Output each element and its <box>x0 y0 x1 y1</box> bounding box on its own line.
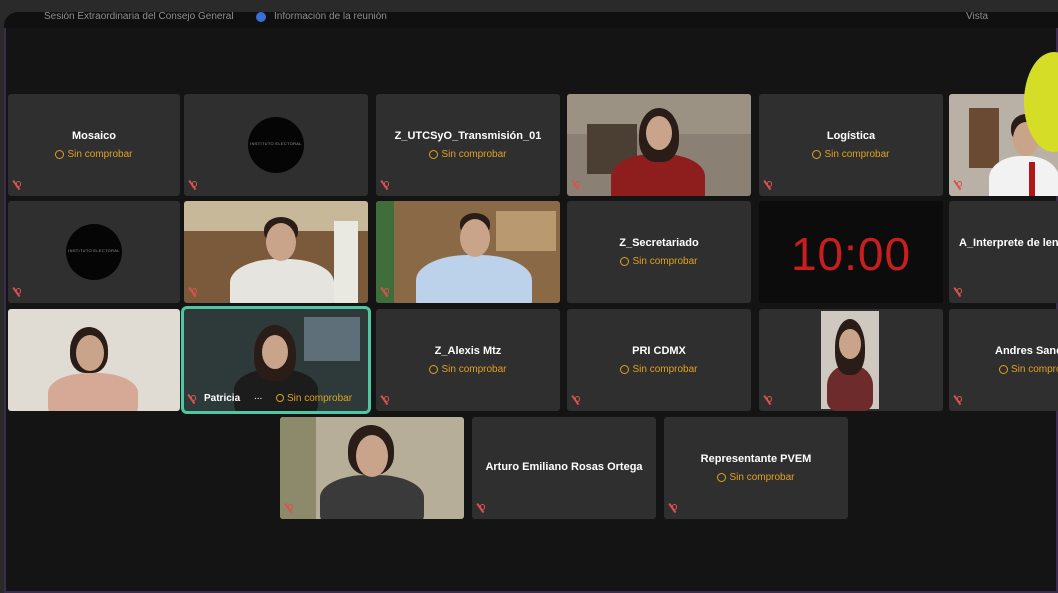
participant-face <box>356 435 388 477</box>
mic-off-icon <box>766 396 773 405</box>
status-label: Sin comprobar <box>567 256 751 267</box>
participant-face <box>266 223 296 261</box>
mic-off-icon <box>15 288 22 297</box>
status-label: Sin comprobar <box>999 364 1058 375</box>
participant-tile-mosaico[interactable]: Mosaico Sin comprobar <box>8 94 180 196</box>
participant-name: Logística <box>826 130 876 142</box>
mic-off-icon <box>956 288 963 297</box>
participant-video-man-2[interactable] <box>184 201 368 303</box>
participant-tile-instituto-1[interactable]: INSTITUTO ELECTORAL <box>184 94 368 196</box>
participant-video-woman-2[interactable] <box>8 309 180 411</box>
participant-tile-logistica[interactable]: Logística Sin comprobar <box>759 94 943 196</box>
mic-off-icon <box>191 181 198 190</box>
institute-logo: INSTITUTO ELECTORAL <box>66 224 122 280</box>
mic-off-icon <box>956 181 963 190</box>
participant-tile-pvem[interactable]: Representante PVEM Sin comprobar <box>664 417 848 519</box>
participant-face <box>76 335 104 371</box>
participant-name-bar: Patricia ... Sin comprobar <box>190 391 362 407</box>
clock-icon <box>812 150 822 159</box>
participant-body <box>416 255 532 303</box>
clock-icon <box>55 150 65 159</box>
participant-name: A_Interprete de len <box>959 237 1058 249</box>
participant-video-woman-3 <box>821 311 879 411</box>
mic-off-icon <box>287 504 294 513</box>
more-options[interactable]: ... <box>254 391 262 402</box>
mic-off-icon <box>574 181 581 190</box>
clock-icon <box>999 365 1008 374</box>
status-label: Sin comprobar <box>376 149 560 160</box>
status-label: Sin comprobar <box>664 472 848 483</box>
participant-tile-interprete[interactable]: A_Interprete de len <box>949 201 1058 303</box>
mic-off-icon <box>574 396 581 405</box>
clock-icon <box>717 473 727 482</box>
clock-icon <box>429 365 439 374</box>
participant-body <box>48 373 138 411</box>
participant-name: Andres Sanc <box>995 345 1058 357</box>
participant-body <box>230 259 334 303</box>
mic-off-icon <box>383 396 390 405</box>
status-label: Sin comprobar <box>376 364 560 375</box>
participant-video-woman-4[interactable] <box>280 417 464 519</box>
participant-tile-arturo[interactable]: Arturo Emiliano Rosas Ortega <box>472 417 656 519</box>
status-label: Sin comprobar <box>759 149 943 160</box>
status-label: Sin comprobar <box>567 364 751 375</box>
participant-name: PRI CDMX <box>632 345 686 357</box>
countdown-timer: 10:00 <box>790 228 912 280</box>
institute-logo: INSTITUTO ELECTORAL <box>248 117 304 173</box>
mic-off-icon <box>15 181 22 190</box>
participant-name: Z_Secretariado <box>619 237 699 249</box>
mic-off-icon <box>766 181 773 190</box>
participant-video-patricia[interactable]: Patricia ... Sin comprobar <box>184 309 368 411</box>
participant-name: Z_UTCSyO_Transmisión_01 <box>394 130 542 142</box>
view-button[interactable]: Vista <box>966 12 988 22</box>
participant-face <box>460 219 490 257</box>
participant-name: Mosaico <box>71 130 116 142</box>
participant-tile-secretariado[interactable]: Z_Secretariado Sin comprobar <box>567 201 751 303</box>
participant-name: Representante PVEM <box>700 453 812 465</box>
mic-off-icon <box>191 288 198 297</box>
participant-tile-pri[interactable]: PRI CDMX Sin comprobar <box>567 309 751 411</box>
status-label: Sin comprobar <box>8 149 180 160</box>
mic-off-icon <box>956 396 963 405</box>
participant-body <box>989 156 1058 196</box>
participant-video-man-3[interactable] <box>376 201 560 303</box>
timer-tile: 10:00 <box>759 201 943 303</box>
participant-name: Patricia <box>204 393 241 404</box>
participant-body <box>320 475 424 519</box>
mic-off-icon <box>383 181 390 190</box>
participant-tile-alexis[interactable]: Z_Alexis Mtz Sin comprobar <box>376 309 560 411</box>
clock-icon <box>620 257 630 266</box>
participant-tile-utcsyo[interactable]: Z_UTCSyO_Transmisión_01 Sin comprobar <box>376 94 560 196</box>
participant-video-woman-1[interactable] <box>567 94 751 196</box>
participant-face <box>262 335 288 369</box>
participant-tile-instituto-2[interactable]: INSTITUTO ELECTORAL <box>8 201 180 303</box>
clock-icon <box>620 365 630 374</box>
clock-icon <box>276 394 284 402</box>
meeting-info-link[interactable]: Información de la reunión <box>274 12 387 22</box>
clock-icon <box>429 150 439 159</box>
participant-tile-andres[interactable]: Andres Sanc Sin comprobar <box>949 309 1058 411</box>
mic-off-icon <box>190 395 197 404</box>
status-label: Sin comprobar <box>276 393 352 404</box>
meeting-top-bar: Sesión Extraordinaria del Consejo Genera… <box>4 12 1058 28</box>
participant-face <box>646 116 672 150</box>
participant-name: Arturo Emiliano Rosas Ortega <box>485 461 643 473</box>
mic-off-icon <box>479 504 486 513</box>
participant-name: Z_Alexis Mtz <box>434 345 502 357</box>
info-icon[interactable] <box>256 12 266 22</box>
meeting-title: Sesión Extraordinaria del Consejo Genera… <box>44 12 234 22</box>
mic-off-icon <box>383 288 390 297</box>
meeting-window: Sesión Extraordinaria del Consejo Genera… <box>4 12 1058 593</box>
participant-tile-woman-3[interactable] <box>759 309 943 411</box>
mic-off-icon <box>671 504 678 513</box>
